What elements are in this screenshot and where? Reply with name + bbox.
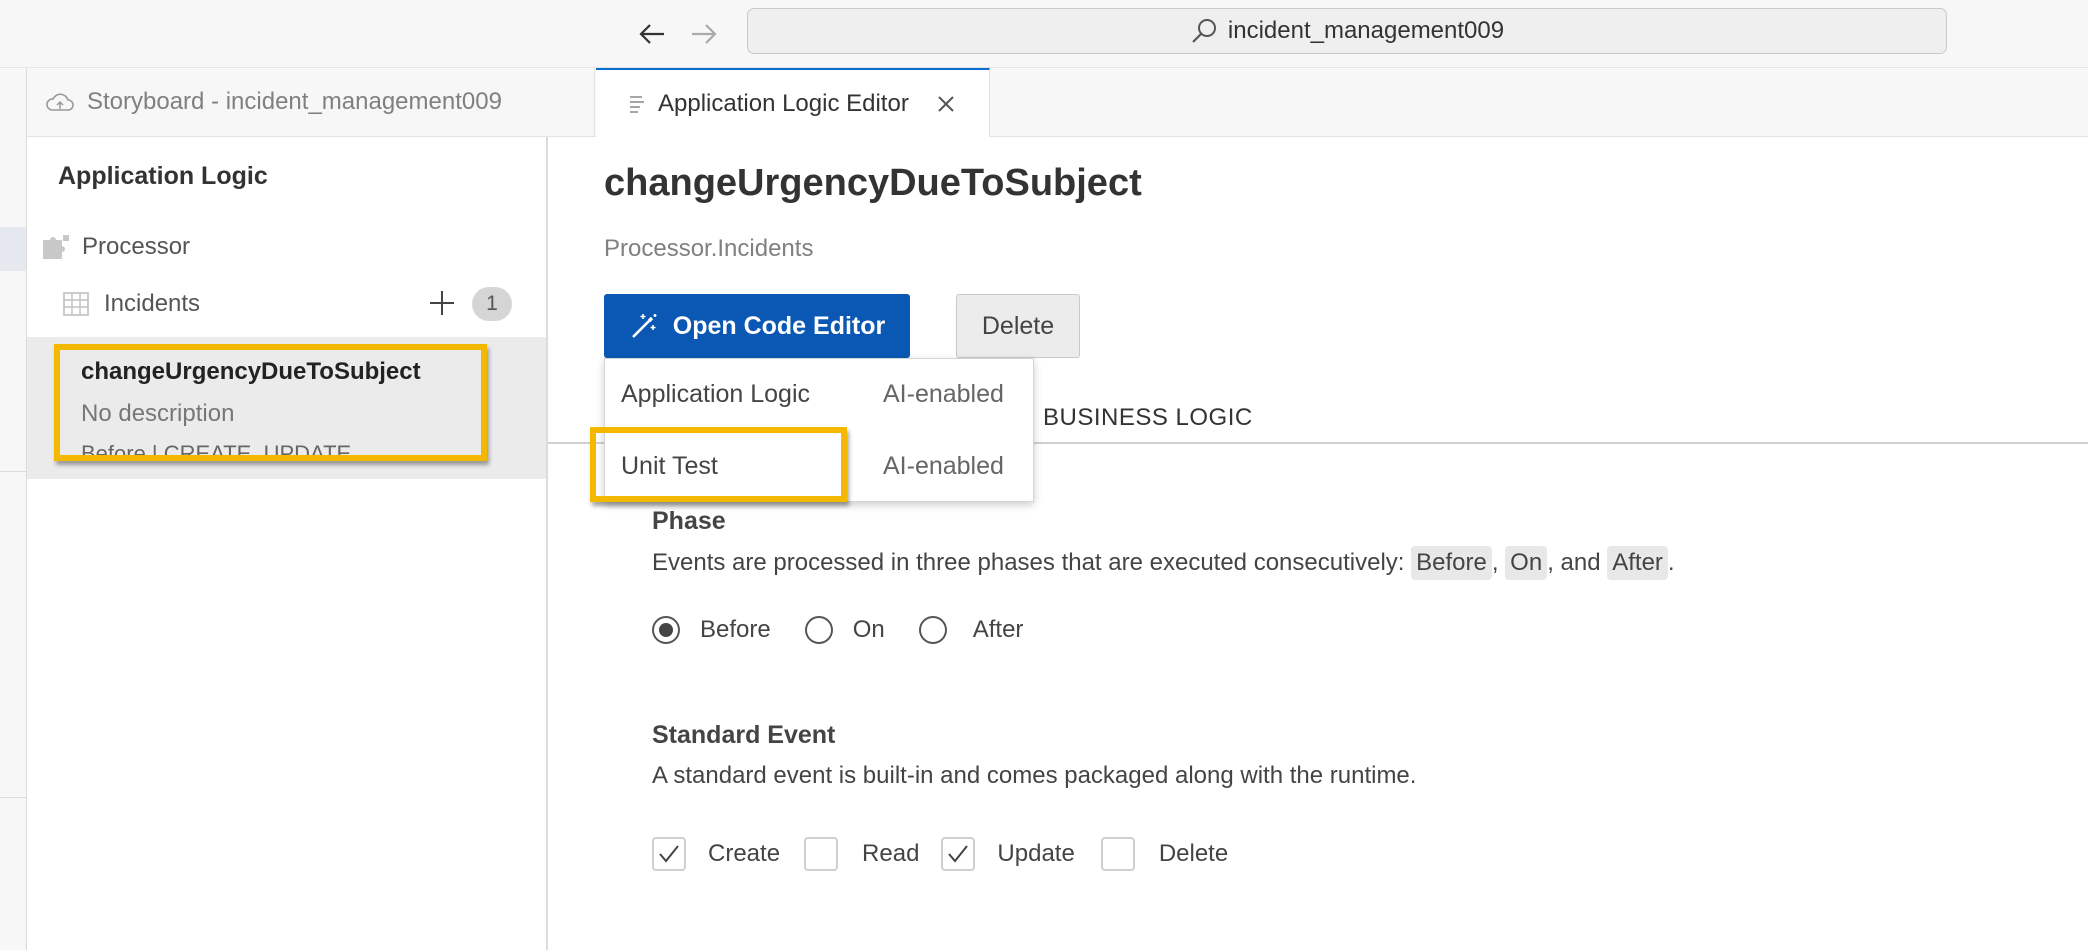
highlight-box-selected-item [54,344,487,461]
standard-event-description: A standard event is built-in and comes p… [652,762,1417,789]
delete-button[interactable]: Delete [956,294,1080,358]
open-code-editor-button[interactable]: Open Code Editor [604,294,910,358]
checkmark-icon [659,845,679,863]
checkbox-label: Delete [1158,840,1229,867]
tab-label: Storyboard - incident_management009 [87,88,502,115]
count-badge: 1 [472,287,512,321]
radio-after[interactable] [918,616,947,644]
checkbox-label: Read [862,840,920,867]
tab-business-logic[interactable]: BUSINESS LOGIC [1043,404,1253,432]
search-icon [1192,19,1216,43]
puzzle-icon [43,235,69,259]
phase-desc-separator: , [1491,549,1506,576]
phase-desc-text: Events are processed in three phases tha… [652,549,1412,576]
tab-application-logic-editor[interactable]: Application Logic Editor [596,68,990,137]
radio-on[interactable] [804,616,833,644]
arrow-right-icon [692,24,717,44]
activity-bar-divider [0,797,26,798]
page-title: changeUrgencyDueToSubject [604,162,1142,204]
radio-label: On [852,616,885,643]
chip-before: Before [1411,546,1492,580]
chip-on: On [1505,546,1548,580]
ai-enabled-tag: AI-enabled [883,451,1004,480]
magic-wand-icon [631,314,657,338]
checkmark-icon [948,845,969,863]
phase-heading: Phase [652,507,726,535]
phase-desc-end: . [1667,549,1675,576]
standard-event-heading: Standard Event [652,721,836,749]
forward-button[interactable] [684,14,724,54]
checkbox-label: Update [997,840,1075,867]
checkbox-create[interactable] [652,837,686,871]
cloud-icon [46,93,74,111]
back-button[interactable] [632,14,672,54]
radio-selected-dot [659,623,673,637]
checkbox-label: Create [708,840,781,867]
activity-bar-divider [0,471,26,472]
chip-after: After [1607,546,1668,580]
tab-storyboard[interactable]: Storyboard - incident_management009 [27,68,595,136]
document-icon [630,95,644,113]
table-icon [63,292,89,316]
ai-enabled-tag: AI-enabled [883,379,1004,408]
close-icon[interactable] [937,95,955,113]
add-icon[interactable] [427,288,457,325]
activity-bar [0,68,27,950]
sidebar-item-processor[interactable]: Processor [40,226,190,268]
checkbox-delete[interactable] [1100,837,1135,871]
address-bar[interactable]: incident_management009 [747,8,1947,54]
phase-desc-separator: , and [1547,549,1608,576]
sidebar-item-label: Processor [82,233,191,260]
sidebar-title: Application Logic [58,162,268,190]
radio-label: Before [700,616,771,643]
phase-radio-group: Before On After [652,612,1023,648]
radio-label: After [972,616,1024,643]
page-subtitle: Processor.Incidents [604,235,814,262]
menu-item-label: Application Logic [621,379,811,408]
menu-item-application-logic[interactable]: Application Logic AI-enabled [605,359,1035,429]
address-text: incident_management009 [1227,17,1505,44]
sidebar-item-label: Incidents [104,290,201,317]
checkbox-read[interactable] [804,837,839,871]
phase-description: Events are processed in three phases tha… [652,544,1675,582]
sidebar-item-incidents[interactable]: Incidents 1 [62,283,512,325]
checkbox-update[interactable] [941,837,976,871]
standard-event-checkbox-group: Create Read Update Delete [652,835,1228,873]
radio-before[interactable] [652,616,680,644]
button-label: Open Code Editor [672,311,886,340]
activity-bar-active-marker [0,227,26,271]
tab-label: Application Logic Editor [658,89,909,117]
highlight-box-unit-test [590,427,847,502]
arrow-left-icon [639,24,664,44]
